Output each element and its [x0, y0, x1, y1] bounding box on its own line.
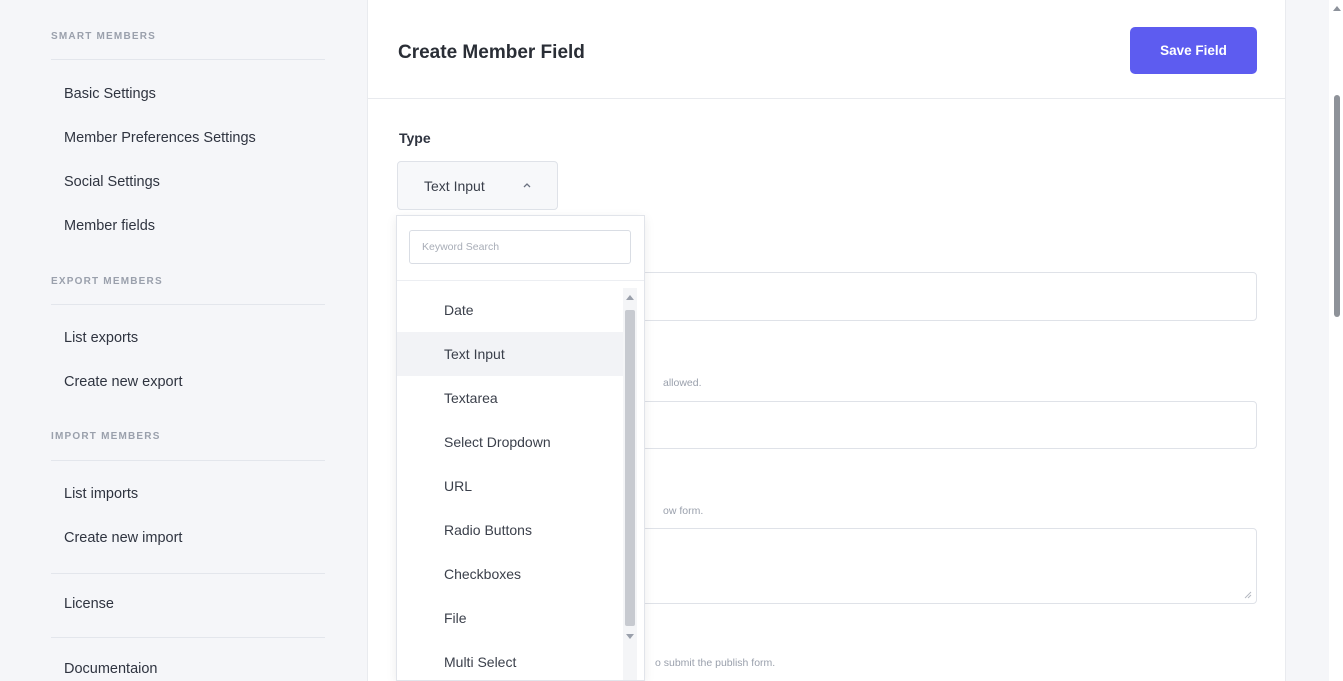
- sidebar-heading-smart-members: SMART MEMBERS: [51, 31, 157, 42]
- divider: [397, 280, 644, 281]
- save-field-button[interactable]: Save Field: [1130, 27, 1257, 74]
- sidebar-item-member-preferences[interactable]: Member Preferences Settings: [64, 130, 256, 146]
- scroll-up-arrow-icon[interactable]: [626, 295, 634, 300]
- sidebar-item-create-new-export[interactable]: Create new export: [64, 374, 182, 390]
- sidebar-item-basic-settings[interactable]: Basic Settings: [64, 86, 156, 102]
- sidebar-item-license[interactable]: License: [64, 596, 114, 612]
- field-hint-3: ow form.: [663, 505, 704, 517]
- type-label: Type: [399, 130, 431, 146]
- option-text-input[interactable]: Text Input: [397, 332, 623, 376]
- sidebar-item-social-settings[interactable]: Social Settings: [64, 174, 160, 190]
- divider: [51, 304, 325, 305]
- type-select-value: Text Input: [424, 178, 485, 194]
- option-textarea[interactable]: Textarea: [397, 376, 623, 420]
- sidebar: SMART MEMBERS Basic Settings Member Pref…: [0, 0, 340, 681]
- scroll-down-arrow-icon[interactable]: [626, 634, 634, 639]
- sidebar-item-member-fields[interactable]: Member fields: [64, 218, 155, 234]
- divider: [51, 59, 325, 60]
- field-hint-4: o submit the publish form.: [655, 657, 776, 669]
- page-scrollbar[interactable]: [1329, 0, 1343, 681]
- dropdown-scroll-thumb[interactable]: [625, 310, 635, 626]
- option-url[interactable]: URL: [397, 464, 623, 508]
- sidebar-heading-export-members: EXPORT MEMBERS: [51, 276, 163, 287]
- divider: [51, 460, 325, 461]
- field-hint-2: allowed.: [663, 377, 702, 389]
- chevron-up-icon: [523, 183, 531, 188]
- dropdown-options: Date Text Input Textarea Select Dropdown…: [397, 288, 623, 680]
- sidebar-heading-import-members: IMPORT MEMBERS: [51, 431, 161, 442]
- dropdown-scrollbar[interactable]: [623, 288, 637, 680]
- keyword-search-input[interactable]: [409, 230, 631, 264]
- page-scroll-thumb[interactable]: [1334, 95, 1340, 317]
- page-title: Create Member Field: [398, 42, 585, 63]
- panel-header: Create Member Field Save Field: [368, 0, 1285, 99]
- option-multi-select[interactable]: Multi Select: [397, 640, 623, 680]
- option-file[interactable]: File: [397, 596, 623, 640]
- scroll-up-arrow-icon[interactable]: [1333, 6, 1341, 11]
- sidebar-item-documentation[interactable]: Documentaion: [64, 661, 158, 677]
- option-radio-buttons[interactable]: Radio Buttons: [397, 508, 623, 552]
- sidebar-item-list-imports[interactable]: List imports: [64, 486, 138, 502]
- resize-grip-icon[interactable]: [1244, 591, 1252, 599]
- divider: [51, 573, 325, 574]
- type-select[interactable]: Text Input: [397, 161, 558, 210]
- option-select-dropdown[interactable]: Select Dropdown: [397, 420, 623, 464]
- option-checkboxes[interactable]: Checkboxes: [397, 552, 623, 596]
- option-date[interactable]: Date: [397, 288, 623, 332]
- sidebar-item-create-new-import[interactable]: Create new import: [64, 530, 182, 546]
- sidebar-item-list-exports[interactable]: List exports: [64, 330, 138, 346]
- divider: [51, 637, 325, 638]
- type-dropdown-menu: Date Text Input Textarea Select Dropdown…: [396, 215, 645, 681]
